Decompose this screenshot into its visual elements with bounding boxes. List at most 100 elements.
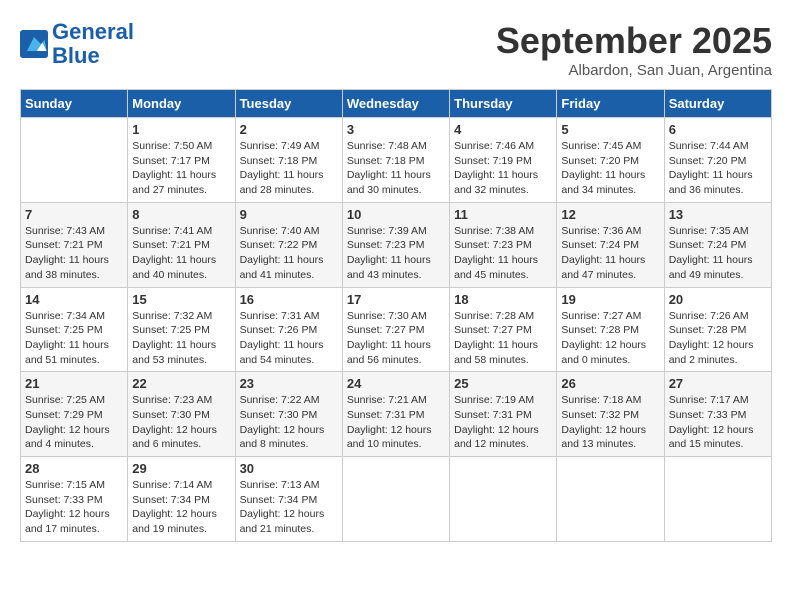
logo-text: General Blue bbox=[52, 20, 134, 68]
calendar-cell: 7Sunrise: 7:43 AMSunset: 7:21 PMDaylight… bbox=[21, 202, 128, 287]
day-info: Sunrise: 7:38 AMSunset: 7:23 PMDaylight:… bbox=[454, 224, 552, 283]
logo: General Blue bbox=[20, 20, 134, 68]
day-info: Sunrise: 7:40 AMSunset: 7:22 PMDaylight:… bbox=[240, 224, 338, 283]
day-info: Sunrise: 7:48 AMSunset: 7:18 PMDaylight:… bbox=[347, 139, 445, 198]
calendar-cell: 6 Sunrise: 7:44 AMSunset: 7:20 PMDaylight… bbox=[664, 118, 771, 203]
weekday-header: Saturday bbox=[664, 90, 771, 118]
day-info: Sunrise: 7:50 AMSunset: 7:17 PMDaylight:… bbox=[132, 139, 230, 198]
calendar-cell: 23Sunrise: 7:22 AMSunset: 7:30 PMDayligh… bbox=[235, 372, 342, 457]
calendar-cell bbox=[664, 457, 771, 542]
calendar-table: SundayMondayTuesdayWednesdayThursdayFrid… bbox=[20, 89, 772, 542]
calendar-cell: 22Sunrise: 7:23 AMSunset: 7:30 PMDayligh… bbox=[128, 372, 235, 457]
weekday-header: Monday bbox=[128, 90, 235, 118]
day-number: 16 bbox=[240, 292, 338, 307]
day-info: Sunrise: 7:30 AMSunset: 7:27 PMDaylight:… bbox=[347, 309, 445, 368]
calendar-cell: 5 Sunrise: 7:45 AMSunset: 7:20 PMDaylight… bbox=[557, 118, 664, 203]
calendar-cell: 14 Sunrise: 7:34 AMSunset: 7:25 PMDayligh… bbox=[21, 287, 128, 372]
calendar-cell: 12Sunrise: 7:36 AMSunset: 7:24 PMDayligh… bbox=[557, 202, 664, 287]
calendar-cell: 4Sunrise: 7:46 AMSunset: 7:19 PMDaylight… bbox=[450, 118, 557, 203]
logo-line2: Blue bbox=[52, 43, 100, 68]
day-info: Sunrise: 7:17 AMSunset: 7:33 PMDaylight:… bbox=[669, 393, 767, 452]
day-info: Sunrise: 7:19 AMSunset: 7:31 PMDaylight:… bbox=[454, 393, 552, 452]
logo-icon bbox=[20, 30, 48, 58]
weekday-header: Friday bbox=[557, 90, 664, 118]
day-info: Sunrise: 7:45 AMSunset: 7:20 PMDaylight:… bbox=[561, 139, 659, 198]
weekday-header: Tuesday bbox=[235, 90, 342, 118]
day-info: Sunrise: 7:31 AMSunset: 7:26 PMDaylight:… bbox=[240, 309, 338, 368]
day-number: 28 bbox=[25, 461, 123, 476]
day-number: 20 bbox=[669, 292, 767, 307]
calendar-week-row: 14 Sunrise: 7:34 AMSunset: 7:25 PMDayligh… bbox=[21, 287, 772, 372]
day-number: 5 bbox=[561, 122, 659, 137]
day-number: 7 bbox=[25, 207, 123, 222]
day-info: Sunrise: 7:49 AMSunset: 7:18 PMDaylight:… bbox=[240, 139, 338, 198]
day-info: Sunrise: 7:32 AMSunset: 7:25 PMDaylight:… bbox=[132, 309, 230, 368]
day-info: Sunrise: 7:39 AMSunset: 7:23 PMDaylight:… bbox=[347, 224, 445, 283]
calendar-cell: 30 Sunrise: 7:13 AMSunset: 7:34 PMDayligh… bbox=[235, 457, 342, 542]
day-info: Sunrise: 7:36 AMSunset: 7:24 PMDaylight:… bbox=[561, 224, 659, 283]
calendar-cell: 17 Sunrise: 7:30 AMSunset: 7:27 PMDayligh… bbox=[342, 287, 449, 372]
calendar-cell: 27Sunrise: 7:17 AMSunset: 7:33 PMDayligh… bbox=[664, 372, 771, 457]
day-number: 13 bbox=[669, 207, 767, 222]
day-number: 29 bbox=[132, 461, 230, 476]
calendar-week-row: 7Sunrise: 7:43 AMSunset: 7:21 PMDaylight… bbox=[21, 202, 772, 287]
day-number: 1 bbox=[132, 122, 230, 137]
weekday-header: Thursday bbox=[450, 90, 557, 118]
day-info: Sunrise: 7:18 AMSunset: 7:32 PMDaylight:… bbox=[561, 393, 659, 452]
day-number: 11 bbox=[454, 207, 552, 222]
calendar-cell: 28Sunrise: 7:15 AMSunset: 7:33 PMDayligh… bbox=[21, 457, 128, 542]
location: Albardon, San Juan, Argentina bbox=[496, 62, 772, 79]
calendar-week-row: 1 Sunrise: 7:50 AMSunset: 7:17 PMDaylight… bbox=[21, 118, 772, 203]
month-title: September 2025 bbox=[496, 20, 772, 62]
day-number: 18 bbox=[454, 292, 552, 307]
day-number: 6 bbox=[669, 122, 767, 137]
page-header: General Blue September 2025 Albardon, Sa… bbox=[20, 20, 772, 79]
calendar-cell: 3 Sunrise: 7:48 AMSunset: 7:18 PMDaylight… bbox=[342, 118, 449, 203]
day-number: 17 bbox=[347, 292, 445, 307]
calendar-cell: 16 Sunrise: 7:31 AMSunset: 7:26 PMDayligh… bbox=[235, 287, 342, 372]
day-info: Sunrise: 7:22 AMSunset: 7:30 PMDaylight:… bbox=[240, 393, 338, 452]
day-info: Sunrise: 7:27 AMSunset: 7:28 PMDaylight:… bbox=[561, 309, 659, 368]
weekday-header: Sunday bbox=[21, 90, 128, 118]
day-info: Sunrise: 7:26 AMSunset: 7:28 PMDaylight:… bbox=[669, 309, 767, 368]
calendar-cell: 9 Sunrise: 7:40 AMSunset: 7:22 PMDaylight… bbox=[235, 202, 342, 287]
day-number: 30 bbox=[240, 461, 338, 476]
day-number: 8 bbox=[132, 207, 230, 222]
calendar-cell: 18 Sunrise: 7:28 AMSunset: 7:27 PMDayligh… bbox=[450, 287, 557, 372]
day-number: 24 bbox=[347, 376, 445, 391]
day-info: Sunrise: 7:34 AMSunset: 7:25 PMDaylight:… bbox=[25, 309, 123, 368]
day-info: Sunrise: 7:13 AMSunset: 7:34 PMDaylight:… bbox=[240, 478, 338, 537]
day-number: 25 bbox=[454, 376, 552, 391]
calendar-cell: 10 Sunrise: 7:39 AMSunset: 7:23 PMDayligh… bbox=[342, 202, 449, 287]
day-number: 3 bbox=[347, 122, 445, 137]
weekday-header: Wednesday bbox=[342, 90, 449, 118]
day-info: Sunrise: 7:35 AMSunset: 7:24 PMDaylight:… bbox=[669, 224, 767, 283]
day-info: Sunrise: 7:23 AMSunset: 7:30 PMDaylight:… bbox=[132, 393, 230, 452]
calendar-cell: 2 Sunrise: 7:49 AMSunset: 7:18 PMDaylight… bbox=[235, 118, 342, 203]
calendar-cell: 11 Sunrise: 7:38 AMSunset: 7:23 PMDayligh… bbox=[450, 202, 557, 287]
calendar-cell: 20 Sunrise: 7:26 AMSunset: 7:28 PMDayligh… bbox=[664, 287, 771, 372]
day-info: Sunrise: 7:25 AMSunset: 7:29 PMDaylight:… bbox=[25, 393, 123, 452]
day-number: 26 bbox=[561, 376, 659, 391]
day-number: 19 bbox=[561, 292, 659, 307]
calendar-cell: 25 Sunrise: 7:19 AMSunset: 7:31 PMDayligh… bbox=[450, 372, 557, 457]
calendar-cell: 26 Sunrise: 7:18 AMSunset: 7:32 PMDayligh… bbox=[557, 372, 664, 457]
calendar-cell: 21 Sunrise: 7:25 AMSunset: 7:29 PMDayligh… bbox=[21, 372, 128, 457]
day-number: 14 bbox=[25, 292, 123, 307]
calendar-cell: 1 Sunrise: 7:50 AMSunset: 7:17 PMDaylight… bbox=[128, 118, 235, 203]
calendar-cell: 24Sunrise: 7:21 AMSunset: 7:31 PMDayligh… bbox=[342, 372, 449, 457]
calendar-week-row: 21 Sunrise: 7:25 AMSunset: 7:29 PMDayligh… bbox=[21, 372, 772, 457]
calendar-cell: 15Sunrise: 7:32 AMSunset: 7:25 PMDayligh… bbox=[128, 287, 235, 372]
day-info: Sunrise: 7:44 AMSunset: 7:20 PMDaylight:… bbox=[669, 139, 767, 198]
calendar-week-row: 28Sunrise: 7:15 AMSunset: 7:33 PMDayligh… bbox=[21, 457, 772, 542]
calendar-cell: 29 Sunrise: 7:14 AMSunset: 7:34 PMDayligh… bbox=[128, 457, 235, 542]
weekday-header-row: SundayMondayTuesdayWednesdayThursdayFrid… bbox=[21, 90, 772, 118]
day-number: 9 bbox=[240, 207, 338, 222]
day-number: 21 bbox=[25, 376, 123, 391]
day-info: Sunrise: 7:28 AMSunset: 7:27 PMDaylight:… bbox=[454, 309, 552, 368]
day-number: 4 bbox=[454, 122, 552, 137]
day-info: Sunrise: 7:14 AMSunset: 7:34 PMDaylight:… bbox=[132, 478, 230, 537]
calendar-cell: 13 Sunrise: 7:35 AMSunset: 7:24 PMDayligh… bbox=[664, 202, 771, 287]
day-number: 10 bbox=[347, 207, 445, 222]
day-number: 2 bbox=[240, 122, 338, 137]
